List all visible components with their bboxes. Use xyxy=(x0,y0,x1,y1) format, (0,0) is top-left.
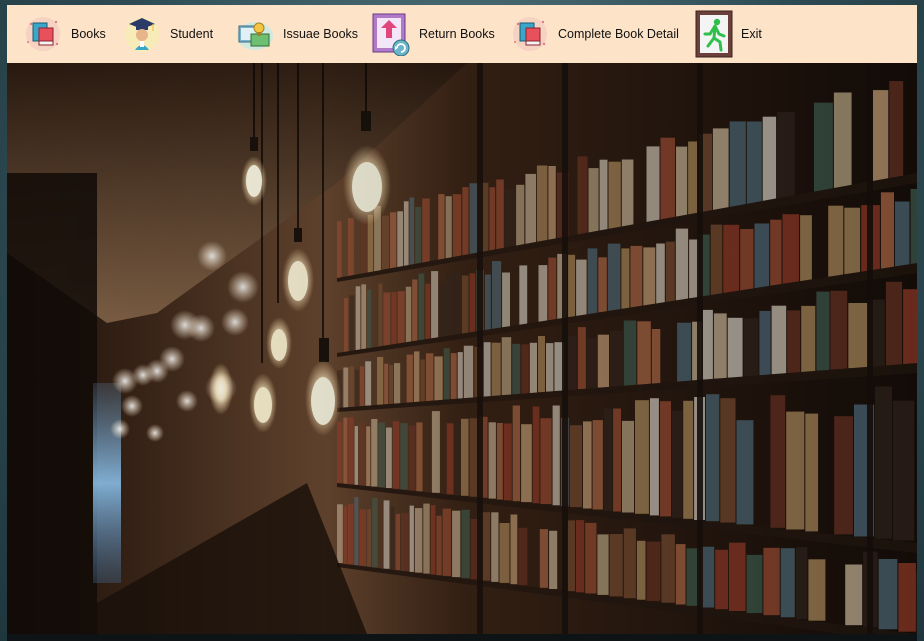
toolbar-return-books-button[interactable]: Return Books xyxy=(371,5,495,63)
book-detail-icon xyxy=(510,14,550,54)
toolbar-exit-label: Exit xyxy=(741,27,762,41)
issue-books-icon xyxy=(235,14,275,54)
main-toolbar: Books Student Issuae Books Return Books … xyxy=(7,5,917,63)
toolbar-return-books-label: Return Books xyxy=(419,27,495,41)
toolbar-exit-button[interactable]: Exit xyxy=(695,5,762,63)
toolbar-complete-book-detail-label: Complete Book Detail xyxy=(558,27,679,41)
toolbar-books-button[interactable]: Books xyxy=(23,5,106,63)
library-background-image xyxy=(7,63,917,634)
return-books-icon xyxy=(371,13,411,56)
books-icon xyxy=(23,14,63,54)
exit-icon xyxy=(695,10,733,58)
toolbar-books-label: Books xyxy=(71,27,106,41)
toolbar-issue-books-label: Issuae Books xyxy=(283,27,359,41)
window-bottom-border xyxy=(7,634,917,641)
toolbar-student-label: Student xyxy=(170,27,214,41)
toolbar-issue-books-button[interactable]: Issuae Books xyxy=(235,5,358,63)
toolbar-complete-book-detail-button[interactable]: Complete Book Detail xyxy=(510,5,679,63)
student-icon xyxy=(122,14,162,54)
toolbar-student-button[interactable]: Student xyxy=(122,5,213,63)
